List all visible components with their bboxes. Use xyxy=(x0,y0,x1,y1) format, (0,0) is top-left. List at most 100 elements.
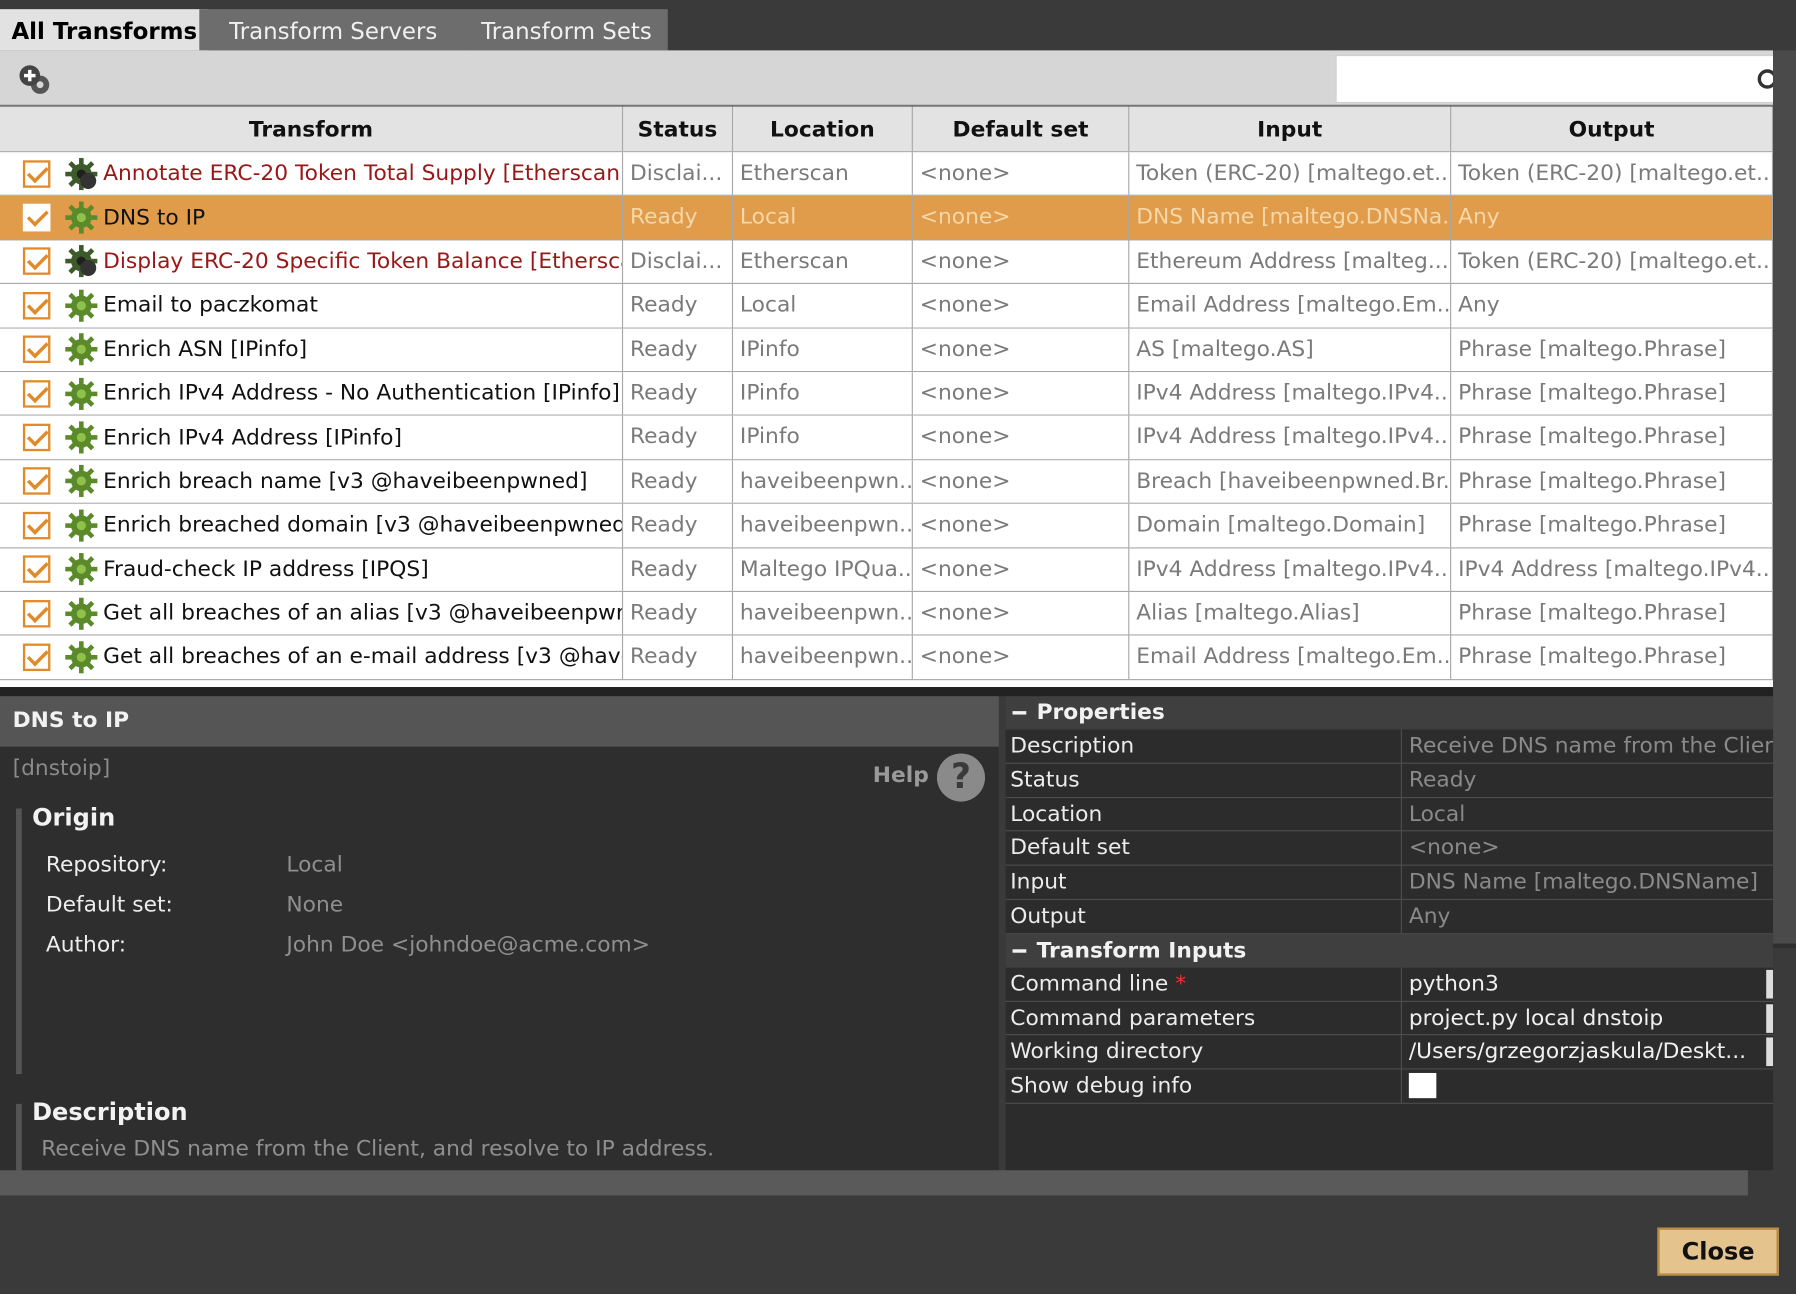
enabled-checkbox[interactable] xyxy=(22,335,51,364)
transform-name: Enrich breach name [v3 @haveibeenpwned] xyxy=(103,468,588,494)
cell-default-set[interactable]: <none> xyxy=(913,284,1130,327)
table-row[interactable]: Display ERC-20 Specific Token Balance [E… xyxy=(0,240,1774,285)
cell-transform[interactable]: DNS to IP xyxy=(0,196,624,240)
transform-name: Enrich breached domain [v3 @haveibeenpwn… xyxy=(103,512,622,538)
cell-default-set[interactable]: <none> xyxy=(913,503,1130,547)
table-row[interactable]: Get all breaches of an e-mail address [v… xyxy=(0,635,1774,680)
transform-inputs-section-header[interactable]: Transform Inputs xyxy=(1005,934,1774,968)
show-debug-info-checkbox[interactable] xyxy=(1408,1073,1437,1099)
property-value: <none> xyxy=(1408,835,1500,861)
cell-default-set[interactable]: <none> xyxy=(913,635,1130,679)
panel-divider[interactable] xyxy=(0,687,1796,697)
cell-transform[interactable]: Annotate ERC-20 Token Total Supply [Ethe… xyxy=(0,152,624,196)
enabled-checkbox[interactable] xyxy=(22,599,51,628)
edit-button[interactable] xyxy=(1766,969,1774,999)
horizontal-scrollbar[interactable] xyxy=(0,1170,1748,1196)
column-header-transform[interactable]: Transform xyxy=(0,106,624,152)
enabled-checkbox[interactable] xyxy=(22,379,51,408)
table-header: Transform Status Location Default set In… xyxy=(0,106,1774,153)
vertical-scrollbar-thumb[interactable] xyxy=(1773,50,1796,944)
cell-transform[interactable]: Enrich ASN [IPinfo] xyxy=(0,328,624,371)
table-row[interactable]: Fraud-check IP address [IPQS] Ready Malt… xyxy=(0,547,1774,592)
cell-default-set[interactable]: <none> xyxy=(913,591,1130,635)
cell-transform[interactable]: Enrich breached domain [v3 @haveibeenpwn… xyxy=(0,503,624,547)
table-row[interactable]: Enrich IPv4 Address [IPinfo] Ready IPinf… xyxy=(0,416,1774,461)
cell-status: Ready xyxy=(623,635,734,679)
cell-default-set[interactable]: <none> xyxy=(913,152,1130,196)
cell-default-set[interactable]: <none> xyxy=(913,328,1130,371)
cell-default-set[interactable]: <none> xyxy=(913,547,1130,591)
command-line-value[interactable]: python3 xyxy=(1402,967,1774,1000)
input-row-show-debug-info[interactable]: Show debug info xyxy=(1005,1069,1774,1104)
origin-repository-value: Local xyxy=(286,851,343,878)
column-header-status[interactable]: Status xyxy=(623,106,734,152)
transform-name: Display ERC-20 Specific Token Balance [E… xyxy=(103,248,622,274)
collapse-icon[interactable] xyxy=(1012,949,1027,953)
table-row[interactable]: Email to paczkomat Ready Local <none> Em… xyxy=(0,284,1774,329)
properties-section-header[interactable]: Properties xyxy=(1005,696,1774,730)
tab-all-transforms[interactable]: All Transforms xyxy=(0,9,209,51)
property-row: Default set <none> xyxy=(1005,831,1774,866)
transform-gear-icon xyxy=(65,157,98,190)
cell-transform[interactable]: Display ERC-20 Specific Token Balance [E… xyxy=(0,240,624,284)
input-row-working-directory[interactable]: Working directory /Users/grzegorzjaskula… xyxy=(1005,1035,1774,1070)
table-row[interactable]: Get all breaches of an alias [v3 @haveib… xyxy=(0,591,1774,636)
enabled-checkbox[interactable] xyxy=(22,203,51,232)
cell-input: AS [maltego.AS] xyxy=(1129,328,1452,371)
table-row[interactable]: Enrich IPv4 Address - No Authentication … xyxy=(0,372,1774,417)
cell-default-set[interactable]: <none> xyxy=(913,196,1130,240)
enabled-checkbox[interactable] xyxy=(22,159,51,188)
cell-transform[interactable]: Fraud-check IP address [IPQS] xyxy=(0,547,624,591)
enabled-checkbox[interactable] xyxy=(22,423,51,452)
input-row-command-line[interactable]: Command line * python3 xyxy=(1005,967,1774,1002)
add-transform-icon[interactable] xyxy=(18,64,52,96)
column-header-output[interactable]: Output xyxy=(1451,106,1774,152)
transform-gear-icon xyxy=(65,289,98,322)
command-parameters-value[interactable]: project.py local dnstoip xyxy=(1402,1001,1774,1034)
tab-transform-sets[interactable]: Transform Sets xyxy=(465,9,668,51)
enabled-checkbox[interactable] xyxy=(22,247,51,276)
search-input[interactable] xyxy=(1335,54,1778,104)
cell-transform[interactable]: Enrich IPv4 Address [IPinfo] xyxy=(0,416,624,459)
cell-transform[interactable]: Enrich breach name [v3 @haveibeenpwned] xyxy=(0,460,624,503)
edit-button[interactable] xyxy=(1766,1003,1774,1033)
cell-status: Disclai... xyxy=(623,152,734,196)
show-debug-info-label: Show debug info xyxy=(1006,1069,1402,1103)
column-header-input[interactable]: Input xyxy=(1129,106,1452,152)
tab-transform-servers[interactable]: Transform Servers xyxy=(199,9,468,51)
enabled-checkbox[interactable] xyxy=(22,291,51,320)
enabled-checkbox[interactable] xyxy=(22,643,51,672)
column-header-location[interactable]: Location xyxy=(733,106,913,152)
transform-name: Enrich ASN [IPinfo] xyxy=(103,336,308,362)
help-label[interactable]: Help xyxy=(873,763,929,788)
cell-location: IPinfo xyxy=(733,372,913,415)
enabled-checkbox[interactable] xyxy=(22,511,51,540)
input-row-command-parameters[interactable]: Command parameters project.py local dnst… xyxy=(1005,1001,1774,1036)
property-value: DNS Name [maltego.DNSName] xyxy=(1408,869,1758,895)
edit-button[interactable] xyxy=(1766,1037,1774,1067)
cell-input: IPv4 Address [maltego.IPv4... xyxy=(1129,372,1452,415)
close-button[interactable]: Close xyxy=(1657,1227,1779,1276)
table-row[interactable]: Annotate ERC-20 Token Total Supply [Ethe… xyxy=(0,152,1774,197)
transform-name: Enrich IPv4 Address [IPinfo] xyxy=(103,424,402,450)
working-directory-value[interactable]: /Users/grzegorzjaskula/Deskt... xyxy=(1402,1036,1774,1069)
help-icon[interactable]: ? xyxy=(936,753,986,802)
enabled-checkbox[interactable] xyxy=(22,467,51,496)
table-row[interactable]: Enrich ASN [IPinfo] Ready IPinfo <none> … xyxy=(0,328,1774,373)
cell-transform[interactable]: Get all breaches of an alias [v3 @haveib… xyxy=(0,591,624,635)
table-row[interactable]: DNS to IP Ready Local <none> DNS Name [m… xyxy=(0,196,1774,241)
cell-transform[interactable]: Get all breaches of an e-mail address [v… xyxy=(0,635,624,679)
enabled-checkbox[interactable] xyxy=(22,555,51,584)
table-row[interactable]: Enrich breached domain [v3 @haveibeenpwn… xyxy=(0,503,1774,548)
cell-transform[interactable]: Email to paczkomat xyxy=(0,284,624,327)
cell-default-set[interactable]: <none> xyxy=(913,240,1130,284)
collapse-icon[interactable] xyxy=(1012,711,1027,715)
cell-default-set[interactable]: <none> xyxy=(913,416,1130,459)
working-directory-label: Working directory xyxy=(1006,1035,1402,1069)
table-row[interactable]: Enrich breach name [v3 @haveibeenpwned] … xyxy=(0,460,1774,504)
column-header-default-set[interactable]: Default set xyxy=(913,106,1130,152)
cell-default-set[interactable]: <none> xyxy=(913,460,1130,503)
cell-transform[interactable]: Enrich IPv4 Address - No Authentication … xyxy=(0,372,624,415)
cell-default-set[interactable]: <none> xyxy=(913,372,1130,415)
property-row: Input DNS Name [maltego.DNSName] xyxy=(1005,865,1774,901)
